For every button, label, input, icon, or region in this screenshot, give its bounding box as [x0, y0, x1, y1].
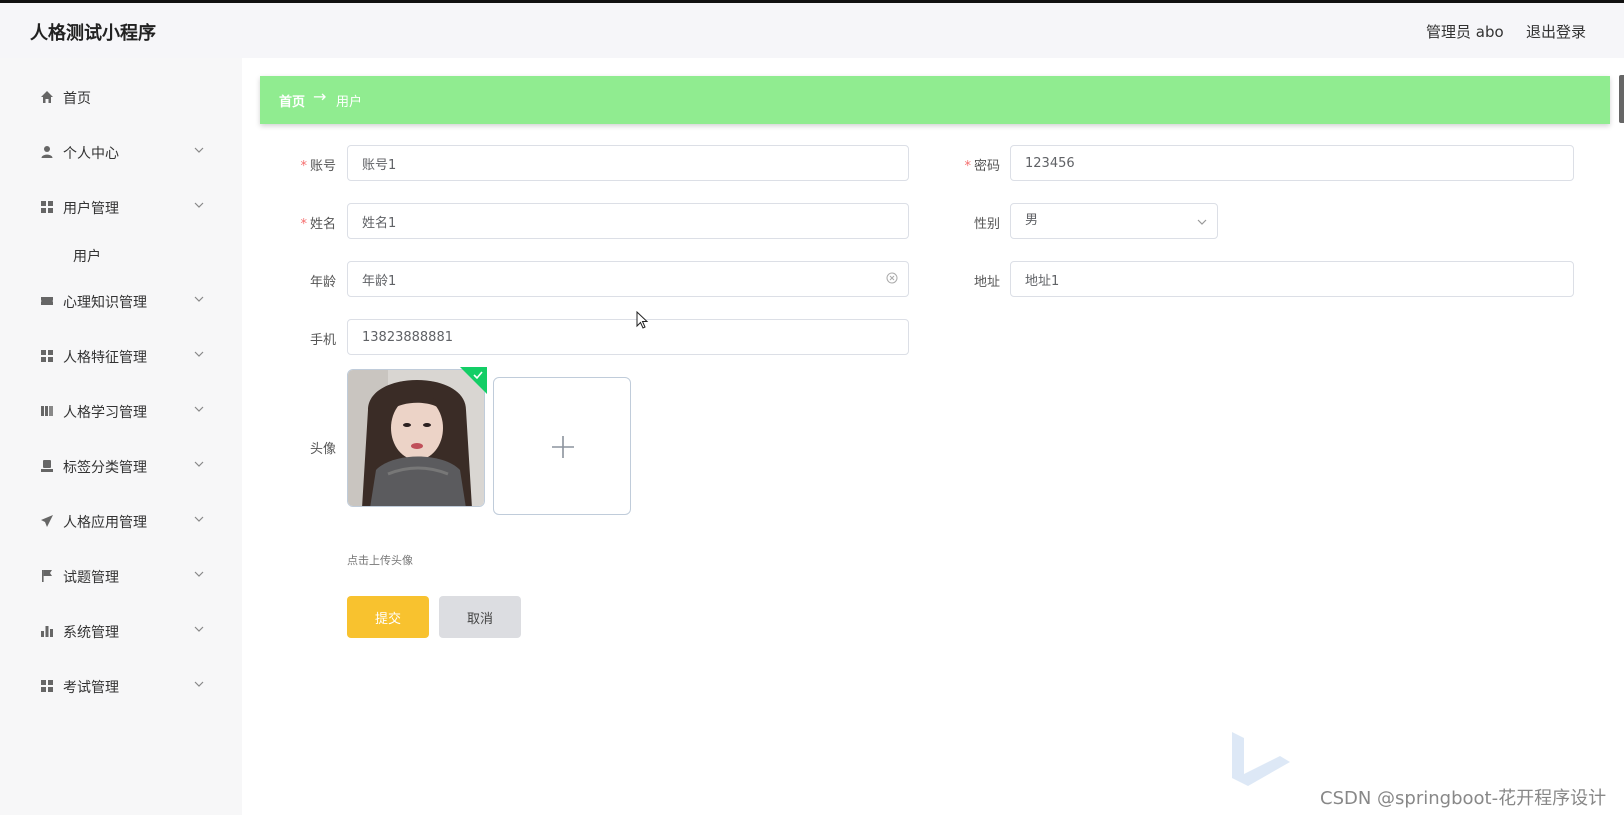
grid-icon: [41, 201, 53, 213]
required-mark: *: [300, 159, 307, 174]
gender-selected-value: 男: [1025, 213, 1039, 228]
sidebar: 首页 个人中心 用户管理 用户 心理知识管理 人格特征管理 人格学习管理 标签分…: [0, 58, 242, 815]
breadcrumb-arrow-icon: →: [313, 87, 327, 106]
age-input[interactable]: [347, 261, 909, 297]
chevron-down-icon: [194, 296, 204, 302]
sidebar-item-label: 用户: [73, 249, 101, 265]
mouse-cursor-icon: [636, 311, 649, 329]
phone-input[interactable]: [347, 319, 909, 355]
account-input[interactable]: [347, 145, 909, 181]
chevron-down-icon: [194, 202, 204, 208]
sidebar-item-personal-center[interactable]: 个人中心: [0, 130, 242, 174]
logout-link[interactable]: 退出登录: [1526, 21, 1586, 42]
account-label: * 账号: [300, 159, 336, 174]
home-icon: [41, 91, 53, 103]
sidebar-subitem-user[interactable]: 用户: [0, 233, 242, 277]
sidebar-item-personality-traits[interactable]: 人格特征管理: [0, 334, 242, 378]
sidebar-item-label: 用户管理: [63, 201, 119, 217]
sidebar-item-label: 系统管理: [63, 625, 119, 641]
gender-label: 性别: [973, 217, 1000, 232]
upload-success-check-icon: [460, 367, 487, 394]
book-icon: [41, 406, 53, 416]
sidebar-item-tag-categories[interactable]: 标签分类管理: [0, 444, 242, 488]
name-input[interactable]: [347, 203, 909, 239]
sidebar-item-questions[interactable]: 试题管理: [0, 554, 242, 598]
sidebar-item-system[interactable]: 系统管理: [0, 609, 242, 653]
chevron-down-icon: [194, 147, 204, 153]
sidebar-item-label: 试题管理: [63, 570, 119, 586]
chevron-down-icon: [194, 626, 204, 632]
sidebar-item-label: 考试管理: [63, 680, 119, 696]
sidebar-item-user-management[interactable]: 用户管理: [0, 185, 242, 229]
required-mark: *: [964, 159, 971, 174]
submit-button[interactable]: 提交: [347, 596, 429, 638]
plus-icon: [552, 436, 574, 458]
watermark-text: CSDN @springboot-花开程序设计: [1320, 788, 1607, 809]
breadcrumb: 首页 → 用户: [260, 76, 1610, 124]
avatar-label: 头像: [309, 442, 336, 457]
required-mark: *: [300, 217, 307, 232]
sidebar-item-label: 标签分类管理: [63, 460, 147, 476]
user-icon: [41, 146, 53, 158]
chevron-down-icon: [194, 351, 204, 357]
sidebar-item-label: 人格应用管理: [63, 515, 147, 531]
age-label: 年龄: [309, 275, 336, 290]
phone-label: 手机: [309, 333, 336, 348]
sidebar-item-label: 个人中心: [63, 146, 119, 162]
sidebar-item-exams[interactable]: 考试管理: [0, 664, 242, 708]
sidebar-item-home[interactable]: 首页: [0, 75, 242, 119]
bar-chart-icon: [41, 626, 53, 637]
sidebar-item-label: 心理知识管理: [63, 295, 147, 311]
sidebar-item-label: 首页: [63, 91, 91, 107]
sidebar-item-personality-learning[interactable]: 人格学习管理: [0, 389, 242, 433]
flag-icon: [42, 570, 52, 582]
scrollbar-handle[interactable]: [1619, 75, 1624, 123]
send-icon: [41, 515, 53, 527]
grid-icon: [41, 350, 53, 362]
avatar-upload-tip: 点击上传头像: [347, 554, 413, 567]
sidebar-item-psych-knowledge[interactable]: 心理知识管理: [0, 279, 242, 323]
sidebar-item-personality-apps[interactable]: 人格应用管理: [0, 499, 242, 543]
address-input[interactable]: [1010, 261, 1574, 297]
chevron-down-icon: [1197, 219, 1207, 225]
breadcrumb-home-link[interactable]: 首页: [279, 91, 305, 110]
current-user-label: 管理员 abo: [1426, 23, 1504, 41]
chevron-down-icon: [194, 461, 204, 467]
sidebar-item-label: 人格特征管理: [63, 350, 147, 366]
cancel-button[interactable]: 取消: [439, 596, 521, 638]
chevron-down-icon: [194, 406, 204, 412]
app-title: 人格测试小程序: [30, 23, 156, 44]
sidebar-item-label: 人格学习管理: [63, 405, 147, 421]
stamp-icon: [41, 460, 53, 472]
top-header: 人格测试小程序 管理员 abo 退出登录: [0, 3, 1624, 58]
password-label: * 密码: [964, 159, 1000, 174]
password-input[interactable]: [1010, 145, 1574, 181]
watermark-logo-icon: [1232, 732, 1290, 786]
clear-circle-icon[interactable]: [886, 272, 898, 284]
ticket-icon: [41, 297, 53, 305]
address-label: 地址: [973, 275, 1000, 290]
chevron-down-icon: [194, 571, 204, 577]
breadcrumb-current: 用户: [336, 95, 363, 110]
gender-select[interactable]: 男: [1010, 203, 1218, 239]
avatar-upload-button[interactable]: [493, 377, 631, 515]
chevron-down-icon: [194, 681, 204, 687]
grid-icon: [41, 680, 53, 692]
name-label: * 姓名: [300, 217, 336, 232]
chevron-down-icon: [194, 516, 204, 522]
